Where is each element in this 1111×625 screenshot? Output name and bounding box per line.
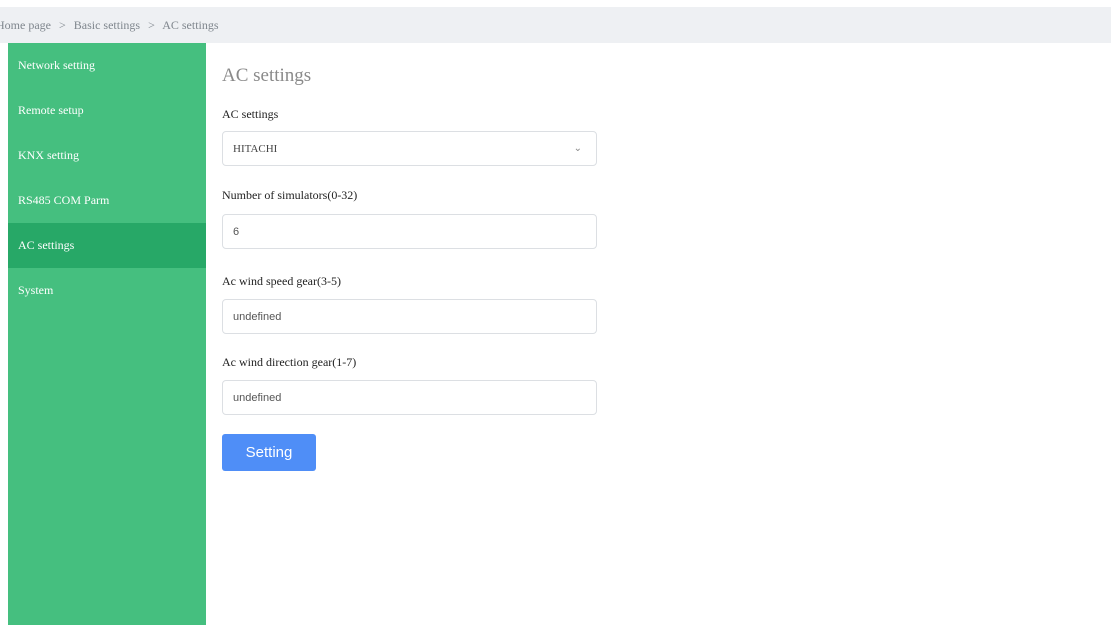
- breadcrumb-separator: >: [58, 17, 66, 32]
- sidebar-item-system[interactable]: System: [8, 268, 206, 313]
- sidebar-item-ac-settings[interactable]: AC settings: [8, 223, 206, 268]
- ac-brand-select[interactable]: HITACHI ⌄: [222, 131, 597, 166]
- wind-direction-input[interactable]: undefined: [222, 380, 597, 415]
- wind-speed-input[interactable]: undefined: [222, 299, 597, 334]
- ac-brand-label: AC settings: [222, 107, 279, 121]
- simulators-label: Number of simulators(0-32): [222, 188, 358, 202]
- sidebar-item-knx-setting[interactable]: KNX setting: [8, 133, 206, 178]
- page-title: AC settings: [222, 65, 312, 86]
- main-content: AC settings AC settings HITACHI ⌄ Number…: [222, 43, 602, 471]
- breadcrumb-basic-settings[interactable]: Basic settings: [74, 18, 140, 32]
- breadcrumb: Home page > Basic settings > AC settings: [0, 7, 1111, 43]
- chevron-down-icon: ⌄: [573, 143, 582, 154]
- sidebar: Network setting Remote setup KNX setting…: [8, 43, 206, 625]
- simulators-input[interactable]: 6: [222, 214, 597, 249]
- sidebar-item-network-setting[interactable]: Network setting: [8, 43, 206, 88]
- breadcrumb-home[interactable]: Home page: [0, 18, 51, 32]
- setting-button[interactable]: Setting: [222, 434, 316, 471]
- breadcrumb-current: AC settings: [162, 17, 219, 32]
- sidebar-item-rs485-com-parm[interactable]: RS485 COM Parm: [8, 178, 206, 223]
- wind-direction-label: Ac wind direction gear(1-7): [222, 355, 357, 369]
- wind-speed-label: Ac wind speed gear(3-5): [222, 274, 341, 288]
- ac-brand-value: HITACHI: [233, 142, 278, 155]
- breadcrumb-separator: >: [148, 17, 155, 32]
- sidebar-item-remote-setup[interactable]: Remote setup: [8, 88, 206, 133]
